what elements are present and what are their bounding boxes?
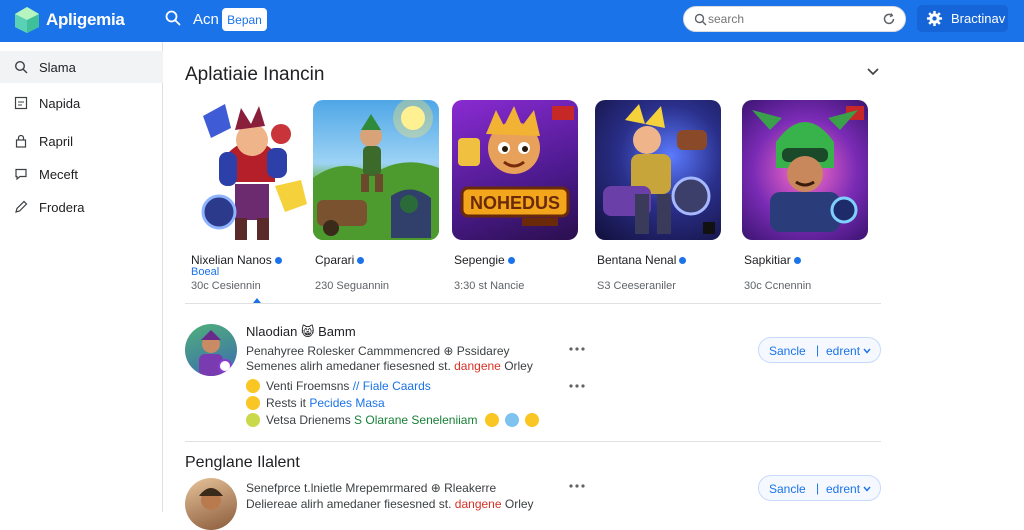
app-name[interactable]: Apligemia (46, 10, 125, 30)
top-nav-link[interactable]: Acn (193, 11, 219, 28)
chevron-down-icon[interactable] (863, 348, 871, 354)
game-card-subtitle: Boeal (191, 266, 220, 278)
sidebar-item-label: Napida (39, 95, 81, 111)
sidebar-item-meceft[interactable]: Meceft (0, 158, 163, 190)
account-button[interactable]: Bractinav (917, 5, 1008, 32)
more-options-icon[interactable] (569, 347, 585, 351)
game-card-title[interactable]: Bentana Nenal (597, 253, 687, 267)
post-text: Semenes alirh amedaner fiesesned st. dan… (246, 359, 533, 373)
emoji-icon (246, 379, 260, 393)
global-search[interactable] (683, 6, 906, 32)
sidebar: Slama Napida Rapril Meceft Frodera (0, 42, 163, 512)
search-icon[interactable] (165, 10, 181, 26)
section-title: Penglane Ilalent (185, 454, 300, 471)
avatar[interactable] (185, 478, 237, 530)
pencil-icon (15, 200, 28, 213)
post-text: Deliereae alirh amedaner fiesesned st. d… (246, 497, 534, 511)
game-card[interactable]: Nixelian Nanos Boeal 30c Cesiennin (189, 100, 329, 292)
top-app-bar: Apligemia Acn Bepan Bractinav (0, 0, 1024, 42)
more-options-icon[interactable] (569, 484, 585, 488)
post-action-pill[interactable]: Sancle | edrent (758, 337, 881, 363)
game-card-meta: 3:30 st Nancie (454, 280, 525, 292)
sidebar-item-slama[interactable]: Slama (0, 51, 163, 83)
game-card[interactable]: Bentana Nenal S3 Ceeseraniler (595, 100, 735, 292)
top-nav-chip[interactable]: Bepan (222, 8, 267, 31)
verified-icon (679, 257, 687, 265)
verified-icon (507, 257, 515, 265)
game-card-meta: S3 Ceeseraniler (597, 280, 676, 292)
chevron-down-icon[interactable] (866, 66, 880, 78)
post-emoji-line: Rests it Pecides Masa (246, 396, 385, 410)
game-card-meta: 30c Cesiennin (191, 280, 261, 292)
avatar[interactable] (185, 324, 237, 376)
post-action-primary[interactable]: Sancle (769, 482, 806, 496)
feed-post: Senefprce t.lnietle Mrepemrmared ⊕ Rleak… (185, 475, 881, 530)
post-emoji-line: Venti Froemsns // Fiale Caards (246, 379, 431, 393)
emoji-icon (524, 413, 539, 427)
game-thumbnail[interactable]: NOHEDUS (452, 100, 578, 240)
main-content: Aplatiaie Inancin Nixelian Nanos Boeal 3… (163, 42, 1024, 530)
post-action-secondary[interactable]: edrent (826, 482, 860, 496)
divider (185, 441, 881, 442)
post-action-secondary[interactable]: edrent (826, 344, 860, 358)
post-title[interactable]: Nlaodian 😸 Bamm (246, 324, 356, 340)
sidebar-item-napida[interactable]: Napida (0, 87, 163, 119)
gear-icon (926, 10, 943, 27)
post-link[interactable]: Pecides Masa (309, 396, 384, 410)
account-label: Bractinav (951, 11, 1006, 26)
emoji-icon (484, 413, 499, 427)
emoji-icon (246, 396, 260, 410)
search-input[interactable] (708, 10, 858, 28)
game-card[interactable]: Sapkitiar 30c Ccnennin (742, 100, 882, 292)
search-icon (694, 13, 707, 26)
chat-icon (15, 168, 27, 181)
post-text: Penahyree Rolesker Cammmencred ⊕ Pssidar… (246, 344, 510, 358)
emoji-icon (504, 413, 519, 427)
emoji-icon (246, 413, 260, 427)
game-thumbnail[interactable] (313, 100, 439, 240)
game-thumbnail[interactable] (189, 100, 315, 240)
image-icon (14, 96, 28, 110)
sidebar-item-label: Rapril (39, 133, 73, 149)
sidebar-item-label: Frodera (39, 199, 85, 215)
section-title: Aplatiaie Inancin (185, 64, 325, 85)
verified-icon (793, 257, 801, 265)
separator: | (816, 481, 820, 495)
game-card-title[interactable]: Cparari (315, 253, 365, 267)
more-options-icon[interactable] (569, 384, 585, 388)
feed-post: Nlaodian 😸 Bamm Penahyree Rolesker Cammm… (185, 322, 881, 442)
game-thumbnail[interactable] (742, 100, 868, 240)
game-card-meta: 230 Seguannin (315, 280, 390, 292)
game-thumbnail[interactable] (595, 100, 721, 240)
post-text: Senefprce t.lnietle Mrepemrmared ⊕ Rleak… (246, 481, 497, 495)
game-card-title[interactable]: Nixelian Nanos (191, 253, 282, 267)
lock-icon (15, 134, 27, 148)
post-action-pill[interactable]: Sancle | edrent (758, 475, 881, 501)
game-card-title[interactable]: Sapkitiar (744, 253, 801, 267)
game-card-meta: 30c Ccnennin (744, 280, 812, 292)
chevron-down-icon[interactable] (863, 486, 871, 492)
verified-icon (274, 257, 282, 265)
app-logo-icon[interactable] (14, 6, 40, 34)
game-card[interactable]: Cparari 230 Seguannin (313, 100, 453, 292)
sidebar-item-frodera[interactable]: Frodera (0, 191, 163, 223)
post-emoji-line: Vetsa Drienems S Olarane Seneleniiam (246, 413, 545, 427)
separator: | (816, 343, 820, 357)
verified-icon (357, 257, 365, 265)
game-card-title[interactable]: Sepengie (454, 253, 515, 267)
sidebar-item-label: Slama (39, 59, 76, 75)
game-card[interactable]: NOHEDUS Sepengie 3:30 st Nancie (452, 100, 592, 292)
svg-text:NOHEDUS: NOHEDUS (470, 193, 560, 213)
sidebar-item-label: Meceft (39, 166, 79, 182)
sidebar-item-rapril[interactable]: Rapril (0, 125, 163, 157)
refresh-icon[interactable] (882, 12, 896, 26)
post-action-primary[interactable]: Sancle (769, 344, 806, 358)
search-icon (14, 60, 28, 74)
post-link[interactable]: // Fiale Caards (353, 379, 431, 393)
divider (185, 303, 881, 304)
